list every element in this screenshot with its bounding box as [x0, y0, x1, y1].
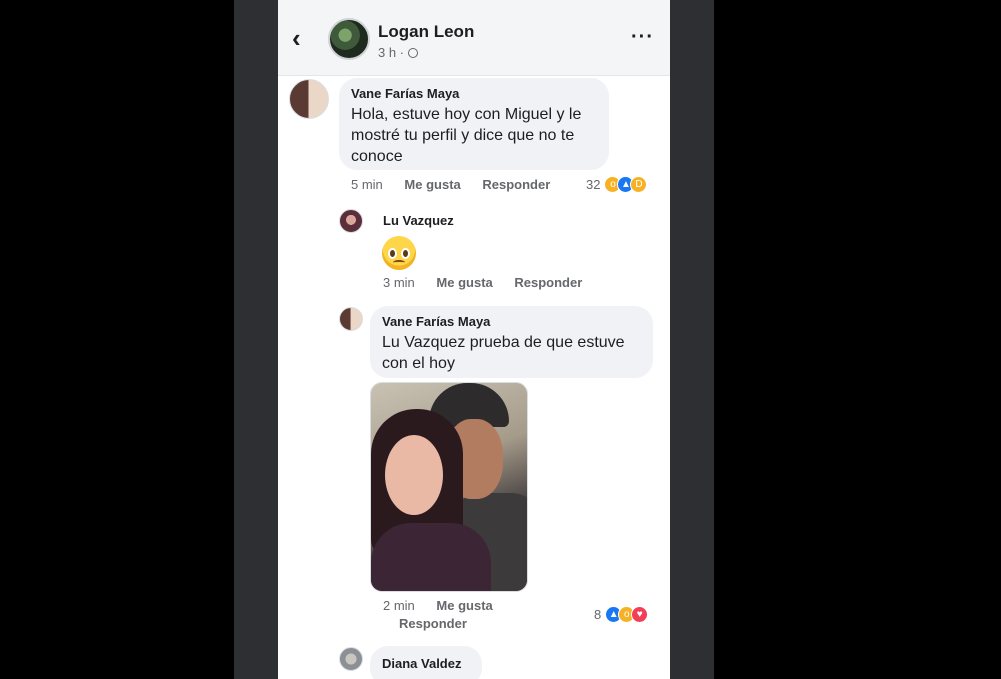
post-header: ‹ Logan Leon 3 h · ···	[278, 0, 670, 76]
comment-text: Hola, estuve hoy con Miguel y le mostré …	[351, 106, 582, 165]
comment-actions: 3 min Me gusta Responder	[383, 275, 582, 290]
reply-button[interactable]: Responder	[399, 616, 467, 631]
comment-bubble: Vane Farías Maya Lu Vazquez prueba de qu…	[370, 306, 653, 378]
avatar[interactable]	[339, 209, 363, 233]
more-button[interactable]: ···	[631, 26, 654, 49]
comment-author[interactable]: Diana Valdez	[382, 656, 470, 671]
reaction-summary[interactable]: 8 ▲ o ♥	[594, 605, 649, 623]
comment-bubble: Vane Farías Maya Hola, estuve hoy con Mi…	[339, 78, 609, 170]
comment-time: 2 min	[383, 598, 415, 613]
comment-time: 5 min	[351, 177, 383, 192]
reply-button[interactable]: Responder	[514, 275, 582, 290]
comment-actions: 2 min Me gusta	[383, 598, 493, 613]
comment-bubble: Diana Valdez	[370, 646, 482, 679]
like-button[interactable]: Me gusta	[404, 177, 460, 192]
comments-screen: ‹ Logan Leon 3 h · ··· Vane Farías Maya …	[278, 0, 670, 679]
more-horizontal-icon: ···	[631, 26, 654, 48]
back-button[interactable]: ‹	[292, 24, 301, 52]
photo-face-left	[385, 435, 443, 515]
right-dark-border	[670, 0, 714, 679]
avatar[interactable]	[339, 307, 363, 331]
left-dark-border	[234, 0, 278, 679]
comment-author[interactable]: Vane Farías Maya	[351, 86, 597, 101]
comment-time: 3 min	[383, 275, 415, 290]
avatar[interactable]	[328, 18, 370, 60]
comment-actions: Responder	[399, 616, 467, 631]
right-black-margin	[714, 0, 1001, 679]
reaction-count: 8	[594, 606, 602, 622]
comment-text: Lu Vazquez prueba de que estuve con el h…	[382, 334, 625, 372]
comment-author[interactable]: Vane Farías Maya	[382, 314, 641, 329]
love-icon: ♥	[631, 605, 649, 623]
comment-photo[interactable]	[370, 382, 528, 592]
post-time: 3 h ·	[378, 45, 419, 60]
avatar[interactable]	[289, 79, 329, 119]
haha-icon: D	[630, 175, 648, 193]
pleading-face-icon	[382, 236, 416, 270]
reply-button[interactable]: Responder	[482, 177, 550, 192]
globe-icon	[408, 48, 419, 58]
avatar[interactable]	[339, 647, 363, 671]
reaction-summary[interactable]: 32 o ▲ D	[586, 175, 648, 193]
comment-author[interactable]: Lu Vazquez	[383, 213, 454, 228]
like-button[interactable]: Me gusta	[436, 275, 492, 290]
post-time-text: 3 h ·	[378, 45, 405, 60]
photo-person-left	[371, 523, 491, 591]
like-button[interactable]: Me gusta	[436, 598, 492, 613]
reaction-count: 32	[586, 176, 601, 192]
poster-name[interactable]: Logan Leon	[378, 22, 474, 42]
left-black-margin	[0, 0, 234, 679]
comment-actions: 5 min Me gusta Responder	[351, 177, 550, 192]
chevron-left-icon: ‹	[292, 23, 301, 53]
